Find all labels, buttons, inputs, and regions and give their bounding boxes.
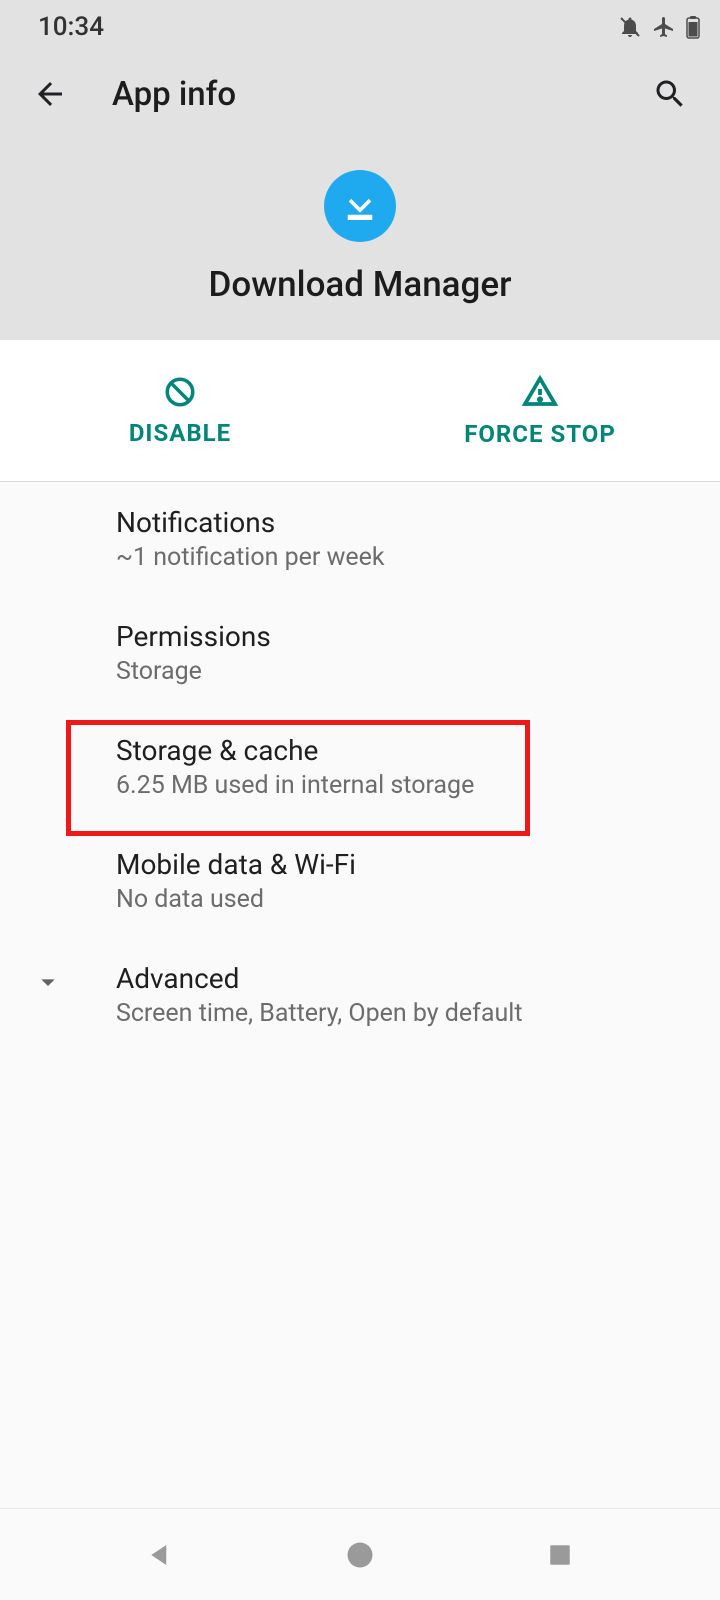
circle-home-icon — [345, 1540, 375, 1570]
app-hero: Download Manager — [0, 134, 720, 340]
mute-icon — [618, 15, 642, 39]
force-stop-label: FORCE STOP — [464, 420, 616, 448]
item-sub: No data used — [116, 885, 700, 914]
top-bar: App info — [0, 54, 720, 134]
status-icons — [618, 15, 700, 39]
disable-button[interactable]: DISABLE — [0, 340, 360, 481]
arrow-left-icon — [32, 76, 68, 112]
app-name: Download Manager — [208, 264, 511, 305]
item-sub: Storage — [116, 657, 700, 686]
force-stop-button[interactable]: FORCE STOP — [360, 340, 720, 481]
page-title: App info — [112, 75, 646, 114]
download-icon — [339, 185, 381, 227]
status-time: 10:34 — [20, 12, 104, 42]
header-area: 10:34 App info Download Manager — [0, 0, 720, 340]
list-item-notifications[interactable]: Notifications ~1 notification per week — [0, 482, 720, 596]
back-button[interactable] — [26, 70, 74, 118]
settings-list: Notifications ~1 notification per week P… — [0, 482, 720, 1052]
item-sub: ~1 notification per week — [116, 543, 700, 572]
square-recent-icon — [547, 1542, 573, 1568]
app-icon — [324, 170, 396, 242]
list-item-permissions[interactable]: Permissions Storage — [0, 596, 720, 710]
warning-icon — [522, 374, 558, 410]
battery-icon — [686, 15, 700, 39]
item-title: Advanced — [116, 962, 700, 995]
triangle-back-icon — [145, 1540, 175, 1570]
nav-home-button[interactable] — [330, 1525, 390, 1585]
navigation-bar — [0, 1508, 720, 1600]
item-title: Storage & cache — [116, 734, 700, 767]
list-item-advanced[interactable]: Advanced Screen time, Battery, Open by d… — [0, 938, 720, 1052]
item-sub: 6.25 MB used in internal storage — [116, 771, 700, 800]
nav-back-button[interactable] — [130, 1525, 190, 1585]
nav-recent-button[interactable] — [530, 1525, 590, 1585]
item-title: Mobile data & Wi-Fi — [116, 848, 700, 881]
action-row: DISABLE FORCE STOP — [0, 340, 720, 482]
disable-icon — [163, 375, 197, 409]
airplane-icon — [652, 15, 676, 39]
item-title: Permissions — [116, 620, 700, 653]
item-title: Notifications — [116, 506, 700, 539]
status-bar: 10:34 — [0, 0, 720, 54]
search-button[interactable] — [646, 70, 694, 118]
disable-label: DISABLE — [129, 419, 231, 447]
list-item-data[interactable]: Mobile data & Wi-Fi No data used — [0, 824, 720, 938]
list-item-storage[interactable]: Storage & cache 6.25 MB used in internal… — [0, 710, 720, 824]
item-sub: Screen time, Battery, Open by default — [116, 999, 700, 1028]
chevron-down-icon — [32, 966, 64, 1002]
search-icon — [652, 76, 688, 112]
